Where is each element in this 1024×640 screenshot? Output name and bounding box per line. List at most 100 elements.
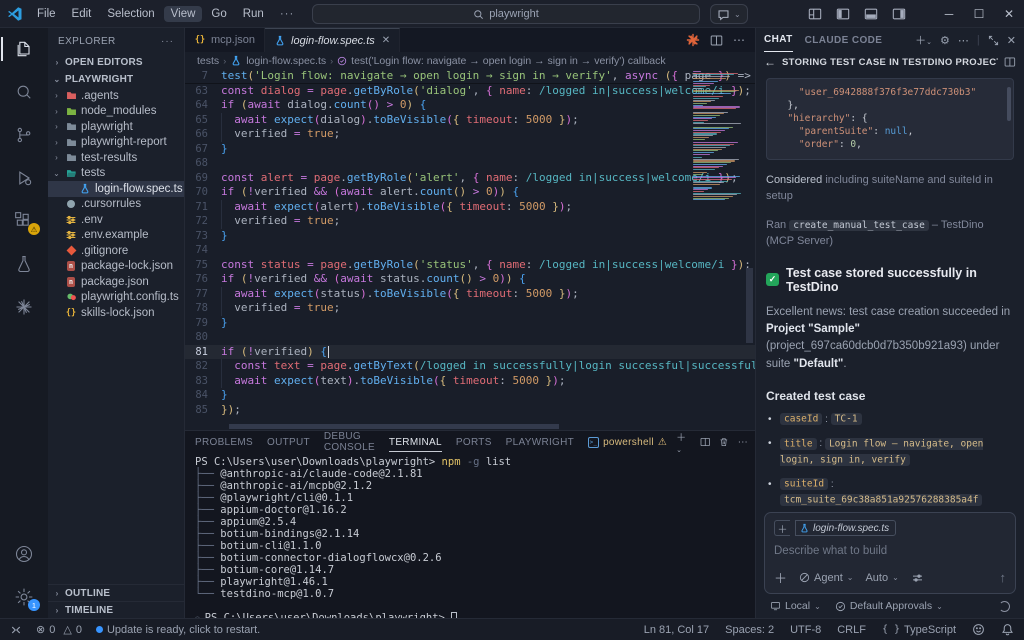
notifications-bell-icon[interactable]	[1001, 623, 1014, 636]
code-line-77[interactable]: 77 await expect(status).toBeVisible({ ti…	[185, 287, 755, 302]
command-center-search[interactable]: playwright	[312, 4, 700, 24]
panel-tab-debug-console[interactable]: DEBUG CONSOLE	[324, 431, 375, 453]
editor-more-actions[interactable]: ⋯	[733, 33, 745, 47]
send-button[interactable]: ↑	[1000, 570, 1007, 585]
tree-item-tests[interactable]: ⌄tests	[48, 166, 184, 182]
menu-run[interactable]: Run	[236, 6, 271, 22]
editor-tab-mcp-json[interactable]: {}mcp.json	[185, 28, 265, 52]
minimize-button[interactable]: ─	[934, 7, 964, 21]
environment-dropdown[interactable]: Local⌄	[770, 600, 821, 612]
eol-sequence[interactable]: CRLF	[837, 624, 866, 636]
close-window-button[interactable]: ✕	[994, 7, 1024, 21]
panel-tab-problems[interactable]: PROBLEMS	[195, 437, 253, 448]
attach-button[interactable]: ＋	[774, 568, 787, 587]
code-line-75[interactable]: 75const status = page.getByRole('status'…	[185, 258, 755, 273]
testing-icon[interactable]	[1, 249, 47, 279]
cursor-position[interactable]: Ln 81, Col 17	[644, 624, 709, 636]
chat-input[interactable]: ＋ login-flow.spec.ts Describe what to bu…	[764, 512, 1016, 594]
new-chat-button[interactable]: ＋⌄	[915, 32, 932, 48]
workspace-root-section[interactable]: ⌄ PLAYWRIGHT	[48, 71, 184, 88]
breadcrumb[interactable]: tests›login-flow.spec.ts›test('Login flo…	[185, 52, 755, 69]
claude-starburst-icon[interactable]	[686, 33, 700, 47]
code-line-69[interactable]: 69const alert = page.getByRole('alert', …	[185, 171, 755, 186]
add-context-button[interactable]: ＋	[774, 520, 790, 536]
shell-selector[interactable]: >_powershell⚠	[588, 437, 667, 448]
vertical-scrollbar[interactable]	[746, 268, 753, 344]
tree-item-playwright[interactable]: ›playwright	[48, 119, 184, 135]
model-dropdown[interactable]: Auto⌄	[865, 572, 898, 584]
chat-more-actions[interactable]: ⋯	[958, 34, 969, 47]
tree-item--env[interactable]: .env	[48, 212, 184, 228]
tree-item--cursorrules[interactable]: .cursorrules	[48, 197, 184, 213]
code-line-76[interactable]: 76if (!verified && (await status.count()…	[185, 272, 755, 287]
menu-more[interactable]: ···	[273, 6, 302, 22]
split-editor-icon[interactable]	[710, 34, 723, 47]
explorer-more-actions[interactable]: ···	[161, 36, 174, 47]
back-arrow-icon[interactable]: ←	[764, 55, 776, 69]
breadcrumb-item[interactable]: login-flow.spec.ts	[246, 55, 326, 67]
problems-indicator[interactable]: ⊗0 △0	[36, 623, 82, 636]
feedback-icon[interactable]	[972, 623, 985, 636]
approvals-dropdown[interactable]: Default Approvals⌄	[835, 600, 943, 612]
language-mode[interactable]: { } TypeScript	[882, 624, 956, 636]
tree-item--gitignore[interactable]: .gitignore	[48, 243, 184, 259]
tree-item--agents[interactable]: ›.agents	[48, 88, 184, 104]
tree-item-skills-lock-json[interactable]: {}skills-lock.json	[48, 305, 184, 321]
code-block-scrollbar[interactable]	[1007, 87, 1011, 121]
close-chat-icon[interactable]: ✕	[1007, 34, 1016, 47]
maximize-button[interactable]: ☐	[964, 7, 994, 21]
tree-item-test-results[interactable]: ›test-results	[48, 150, 184, 166]
code-line-78[interactable]: 78 verified = true;	[185, 301, 755, 316]
code-line-84[interactable]: 84}	[185, 388, 755, 403]
open-editors-section[interactable]: › OPEN EDITORS	[48, 54, 184, 71]
expand-icon[interactable]	[988, 35, 999, 46]
search-icon[interactable]	[1, 77, 47, 107]
agent-mode-dropdown[interactable]: Agent⌄	[799, 572, 853, 584]
extensions-icon[interactable]: ⚠	[1, 206, 47, 236]
code-line-72[interactable]: 72 verified = true;	[185, 214, 755, 229]
menu-view[interactable]: View	[164, 6, 203, 22]
tree-item-package-json[interactable]: npackage.json	[48, 274, 184, 290]
outline-section[interactable]: › OUTLINE	[48, 584, 184, 601]
tree-item-playwright-config-ts[interactable]: playwright.config.ts	[48, 290, 184, 306]
update-notice[interactable]: Update is ready, click to restart.	[96, 624, 260, 636]
menu-go[interactable]: Go	[204, 6, 233, 22]
menu-edit[interactable]: Edit	[65, 6, 99, 22]
accounts-icon[interactable]	[1, 539, 47, 569]
indentation[interactable]: Spaces: 2	[725, 624, 774, 636]
explorer-icon[interactable]	[1, 34, 47, 64]
code-line-85[interactable]: 85});	[185, 403, 755, 418]
code-line-80[interactable]: 80	[185, 330, 755, 345]
remote-indicator[interactable]	[10, 624, 22, 636]
terminal[interactable]: PS C:\Users\user\Downloads\playwright> n…	[185, 453, 755, 618]
menu-file[interactable]: File	[30, 6, 63, 22]
tab-chat[interactable]: CHAT	[764, 28, 793, 52]
tree-item-node-modules[interactable]: ›node_modules	[48, 104, 184, 120]
code-line-82[interactable]: 82 const text = page.getByText(/logged i…	[185, 359, 755, 374]
run-and-debug-icon[interactable]	[1, 163, 47, 193]
customize-layout-icon[interactable]	[808, 7, 822, 21]
tree-item-playwright-report[interactable]: ›playwright-report	[48, 135, 184, 151]
code-line-68[interactable]: 68	[185, 156, 755, 171]
code-line-79[interactable]: 79}	[185, 316, 755, 331]
source-control-icon[interactable]	[1, 120, 47, 150]
tree-item-login-flow-spec-ts[interactable]: login-flow.spec.ts	[48, 181, 184, 197]
split-terminal-icon[interactable]	[700, 436, 711, 448]
code-line-65[interactable]: 65 await expect(dialog).toBeVisible({ ti…	[185, 113, 755, 128]
panel-more-actions[interactable]: ⋯	[738, 437, 748, 448]
code-line-73[interactable]: 73}	[185, 229, 755, 244]
gear-icon[interactable]: ⚙	[940, 34, 950, 47]
tune-sliders-icon[interactable]	[911, 572, 924, 584]
tree-item--env-example[interactable]: .env.example	[48, 228, 184, 244]
panel-tab-output[interactable]: OUTPUT	[267, 437, 310, 448]
settings-icon[interactable]: 1	[1, 582, 47, 612]
breadcrumb-item[interactable]: tests	[197, 55, 219, 67]
toggle-secondary-sidebar-icon[interactable]	[892, 7, 906, 21]
menu-selection[interactable]: Selection	[100, 6, 161, 22]
code-line-74[interactable]: 74	[185, 243, 755, 258]
code-line-81[interactable]: 81if (!verified) {	[185, 345, 755, 360]
close-tab-icon[interactable]: ✕	[382, 35, 390, 46]
timeline-section[interactable]: › TIMELINE	[48, 601, 184, 618]
code-line-66[interactable]: 66 verified = true;	[185, 127, 755, 142]
encoding[interactable]: UTF-8	[790, 624, 821, 636]
